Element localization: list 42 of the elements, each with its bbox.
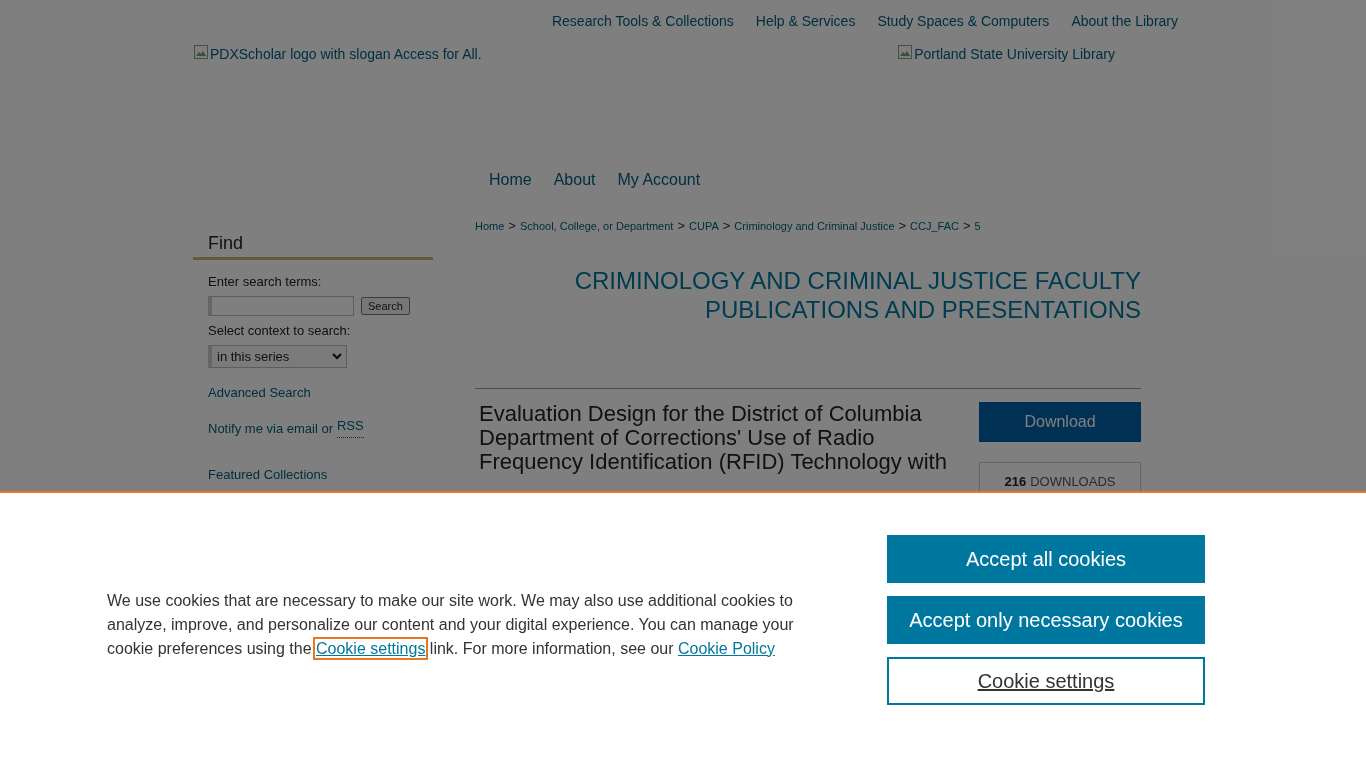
breadcrumb-separator: > <box>722 217 731 235</box>
top-nav-link[interactable]: Help & Services <box>755 11 856 32</box>
rss-link[interactable]: RSS <box>337 418 364 438</box>
breadcrumb-separator: > <box>963 217 971 235</box>
search-button[interactable]: Search <box>361 296 410 315</box>
breadcrumb-separator: > <box>677 217 685 235</box>
logo-alt-text: PDXScholar logo with slogan Access for All. <box>210 45 482 64</box>
cookie-settings-link[interactable]: Cookie settings <box>316 639 426 657</box>
logo-alt-text: Portland State University Library <box>914 45 1115 64</box>
search-label: Enter search terms: <box>208 273 323 291</box>
context-select[interactable]: in this series <box>208 345 347 368</box>
breadcrumb-link[interactable]: Home <box>475 217 505 234</box>
nav-link[interactable]: My Account <box>617 168 701 208</box>
cookie-notice-text: We use cookies that are necessary to make our site work. We may also use additional cookies to analyze, improve, and personalize our content and your digital experience. You can manage your cookie preferences using the Cookie settings link. For more information, see our Cookie Policy <box>107 588 807 661</box>
top-nav-link[interactable]: About the Library <box>1071 11 1178 32</box>
notify-link[interactable]: Notify me via email or <box>208 418 333 438</box>
broken-image-icon <box>897 44 914 60</box>
series-title: CRIMINOLOGY AND CRIMINAL JUSTICE FACULTY PUBLICATIONS AND PRESENTATIONS <box>573 265 1141 325</box>
breadcrumb-link[interactable]: School, College, or Department <box>519 217 674 234</box>
download-button[interactable]: Download <box>979 401 1141 442</box>
search-field[interactable] <box>208 295 354 316</box>
cookie-policy-link[interactable]: Cookie Policy <box>677 639 775 657</box>
sidebar-heading: Find <box>193 208 433 260</box>
breadcrumb-separator: > <box>898 217 907 235</box>
breadcrumb-separator: > <box>508 217 516 235</box>
context-label: Select context to search: <box>208 321 352 340</box>
top-nav-link[interactable]: Study Spaces & Computers <box>877 11 1050 32</box>
breadcrumb-link[interactable]: CCJ_FAC <box>910 217 959 234</box>
cookie-button[interactable]: Accept all cookies <box>887 534 1205 583</box>
article-title: Evaluation Design for the District of Columbia Department of Corrections' Use of Radio Frequency Identification (RFID) Technology with <box>478 401 948 476</box>
chevron-down-icon <box>332 353 342 360</box>
broken-image-icon <box>193 44 209 60</box>
cookie-button[interactable]: Accept only necessary cookies <box>887 595 1205 644</box>
advanced-search-link[interactable]: Advanced Search <box>208 385 311 400</box>
top-nav-link[interactable]: Research Tools & Collections <box>551 11 734 32</box>
breadcrumb-link[interactable]: CUPA <box>689 217 719 234</box>
nav-link[interactable]: About <box>553 168 596 208</box>
featured-collections-link[interactable]: Featured Collections <box>208 467 328 482</box>
breadcrumb-link[interactable]: Criminology and Criminal Justice <box>734 217 895 234</box>
nav-link[interactable]: Home <box>489 168 532 208</box>
cookie-button[interactable]: Cookie settings <box>887 656 1205 705</box>
breadcrumb-link[interactable]: 5 <box>974 217 981 234</box>
